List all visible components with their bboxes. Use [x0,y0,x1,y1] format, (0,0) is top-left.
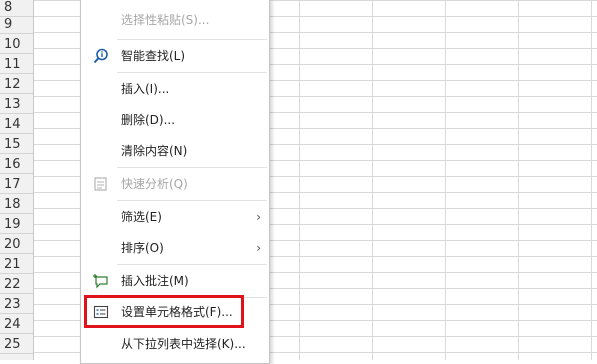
chevron-right-icon: › [256,241,261,255]
menu-item-pick-from-list[interactable]: 从下拉列表中选择(K)... [81,329,269,359]
row-header[interactable]: 21 [0,257,33,274]
menu-item-label: 插入(I)... [121,82,170,96]
chevron-right-icon: › [256,210,261,224]
menu-item-label: 清除内容(N) [121,144,188,158]
menu-item-label: 选择性粘贴(S)... [121,13,210,27]
menu-item-insert[interactable]: 插入(I)... [81,74,269,104]
row-header[interactable]: 24 [0,317,33,334]
menu-item-insert-comment[interactable]: 插入批注(M) [81,266,269,296]
row-header[interactable]: 9 [0,17,33,34]
row-header[interactable]: 14 [0,117,33,134]
row-header[interactable]: 23 [0,297,33,314]
menu-item-filter[interactable]: 筛选(E) › [81,202,269,232]
row-header[interactable]: 18 [0,197,33,214]
row-header[interactable]: 17 [0,177,33,194]
menu-item-delete[interactable]: 删除(D)... [81,105,269,135]
highlight-box [84,295,244,328]
menu-item-smart-lookup[interactable]: 智能查找(L) [81,41,269,71]
row-header[interactable]: 22 [0,277,33,294]
menu-item-label: 排序(O) [121,241,164,255]
quick-analysis-icon [94,177,107,191]
row-header[interactable]: 15 [0,137,33,154]
menu-item-label: 快速分析(Q) [121,177,188,191]
row-header[interactable]: 16 [0,157,33,174]
menu-item-label: 从下拉列表中选择(K)... [121,337,246,351]
menu-separator [117,167,267,168]
comment-icon [93,274,108,289]
menu-item-clear-contents[interactable]: 清除内容(N) [81,136,269,166]
row-header[interactable]: 12 [0,77,33,94]
menu-separator [117,264,267,265]
menu-item-sort[interactable]: 排序(O) › [81,233,269,263]
menu-item-label: 筛选(E) [121,210,162,224]
row-header[interactable]: 25 [0,337,33,354]
smart-lookup-icon [93,48,108,64]
row-header[interactable]: 10 [0,37,33,54]
row-headers: 8 9 10 11 12 13 14 15 16 17 18 19 20 21 … [0,0,34,360]
row-header[interactable]: 8 [0,0,33,17]
menu-item-label: 智能查找(L) [121,49,186,63]
row-header[interactable]: 20 [0,237,33,254]
menu-separator [117,72,267,73]
menu-item-label: 插入批注(M) [121,274,189,288]
row-header[interactable]: 13 [0,97,33,114]
menu-item-paste-special[interactable]: 选择性粘贴(S)... [81,5,269,35]
menu-separator [117,39,267,40]
row-header[interactable]: 11 [0,57,33,74]
menu-separator [117,200,267,201]
menu-item-label: 删除(D)... [121,113,176,127]
menu-item-quick-analysis[interactable]: 快速分析(Q) [81,169,269,199]
row-header[interactable]: 19 [0,217,33,234]
